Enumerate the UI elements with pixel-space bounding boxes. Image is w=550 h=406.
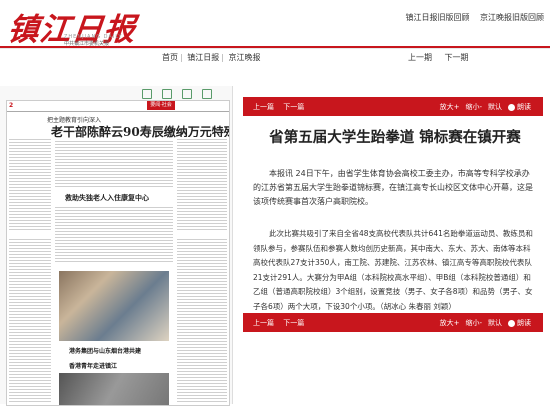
newspaper-photo-2 [59,373,169,405]
enlarge-font-button[interactable]: 放大+ [440,102,460,112]
enlarge-font-button-bottom[interactable]: 放大+ [440,318,460,328]
next-article-link[interactable]: 下一篇 [283,103,304,111]
article-toolbar-bottom: 上一篇 下一篇 放大+ 缩小- 默认 朗读 [243,313,543,332]
newspaper-photo [59,271,169,341]
default-font-button-bottom[interactable]: 默认 [488,318,502,328]
newspaper-section-tag: 要闻·社会 [147,101,175,110]
issue-nav: 上一期 下一期 [408,52,479,63]
page-toolbar [142,89,212,99]
read-aloud-button-bottom[interactable]: 朗读 [508,318,531,328]
fullscreen-icon[interactable] [162,89,172,99]
read-aloud-label: 朗读 [517,319,531,327]
nav-row: 首页 | 镇江日报 | 京江晚报 上一期 下一期 [0,48,550,66]
article-paragraph-1: 本报讯 24日下午，由省学生体育协会高校工委主办，市高等专科学校承办的江苏省第五… [253,169,533,206]
link-jingjiang-evening-archive[interactable]: 京江晚报旧版回顾 [480,13,544,22]
speaker-icon [508,319,515,327]
next-issue-link[interactable]: 下一期 [445,53,469,62]
pdf-icon[interactable] [142,89,152,99]
article-paragraph-2: 此次比赛共吸引了来自全省48支高校代表队共计641名跆拳道运动员、教练员和领队参… [253,229,533,311]
link-zhenjiang-daily-archive[interactable]: 镇江日报旧版回顾 [405,13,469,22]
shrink-font-button[interactable]: 缩小- [465,102,482,112]
shrink-font-button-bottom[interactable]: 缩小- [465,318,482,328]
read-aloud-label: 朗读 [517,103,531,111]
nav-jingjiang-evening[interactable]: 京江晚报 [229,53,261,62]
speaker-icon [508,103,515,111]
prev-article-link-bottom[interactable]: 上一篇 [253,319,274,327]
newspaper-text-block [55,139,173,189]
prev-issue-link[interactable]: 上一期 [408,53,432,62]
breadcrumb: 首页 | 镇江日报 | 京江晚报 [162,53,261,62]
newspaper-subtitle-1[interactable]: 救助失独老人入住康复中心 [65,193,149,203]
top-links: 镇江日报旧版回顾 京江晚报旧版回顾 [397,12,544,23]
newspaper-text-block [9,137,51,232]
article-toolbar-top: 上一篇 下一篇 放大+ 缩小- 默认 朗读 [243,97,543,116]
site-header: 镇江日报 ZHENJIANG DAILY 中共镇江市委机关报 镇江日报旧版回顾 … [0,0,550,49]
newspaper-subtitle-2[interactable]: 港务集团与山东烟台港共建 [69,346,141,355]
article-headline: 省第五届大学生跆拳道 锦标赛在镇开赛 [269,130,521,146]
newspaper-page-image[interactable]: 2 要闻·社会 把主题教育引向深入 老干部陈醉云90寿辰缴纳万元特殊党费 救助失… [6,100,230,406]
newspaper-text-block [177,137,227,232]
default-font-button[interactable]: 默认 [488,102,502,112]
newspaper-text-block [177,237,227,402]
newspaper-text-block [55,205,173,263]
newspaper-page-header: 2 要闻·社会 [7,101,229,112]
nav-zhenjiang-daily[interactable]: 镇江日报 [187,53,219,62]
layout-icon[interactable] [202,89,212,99]
newspaper-text-block [9,237,51,402]
zoom-icon[interactable] [182,89,192,99]
nav-home[interactable]: 首页 [162,53,178,62]
read-aloud-button[interactable]: 朗读 [508,102,531,112]
prev-article-link[interactable]: 上一篇 [253,103,274,111]
next-article-link-bottom[interactable]: 下一篇 [283,319,304,327]
newspaper-subtitle-3[interactable]: 香港青年走进镇江 [69,361,117,370]
newspaper-page-number: 2 [9,102,14,109]
